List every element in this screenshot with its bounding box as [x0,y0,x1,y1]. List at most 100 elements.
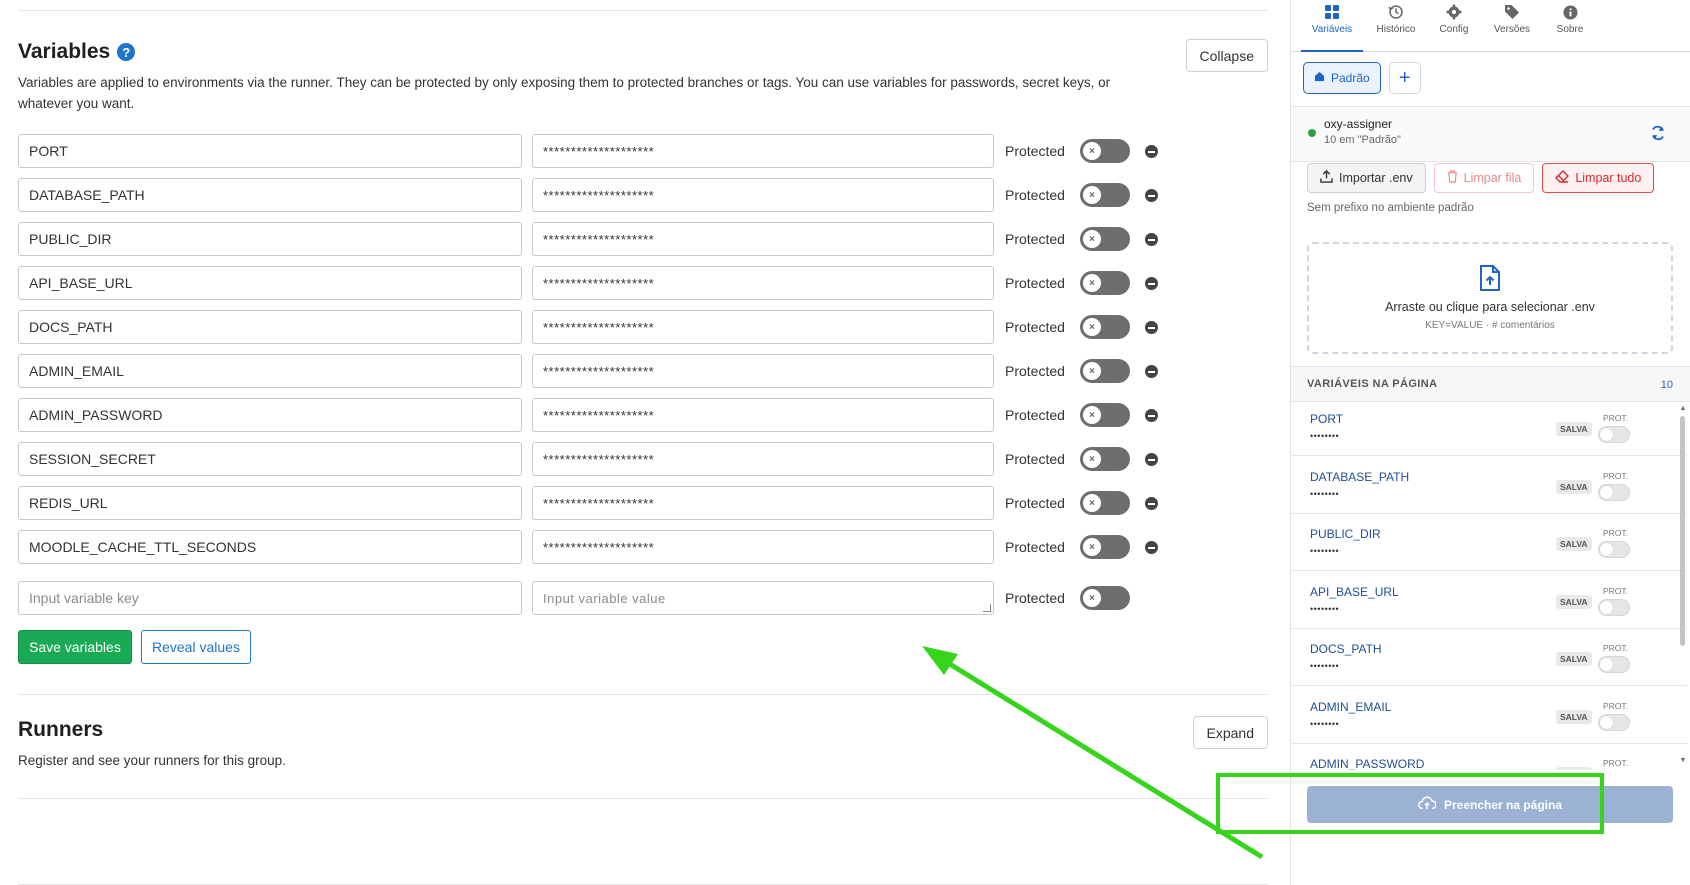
gear-icon [1446,4,1462,20]
variable-row: ADMIN_EMAIL ******************** Protected… [18,354,1158,388]
new-variable-value-input[interactable]: Input variable value [532,581,994,615]
page-variable-item[interactable]: ADMIN_PASSWORD••••••••SALVAPROT. [1291,747,1687,770]
variable-key-input[interactable]: DOCS_PATH [18,310,522,344]
scroll-up-icon[interactable]: ▲ [1679,404,1687,412]
variable-value-input[interactable]: ******************** [532,398,994,432]
protected-label: Protected [1005,143,1065,159]
import-env-button[interactable]: Importar .env [1307,163,1426,193]
page-variable-item[interactable]: DOCS_PATH •••••••• SALVA PROT. [1291,632,1687,686]
page-variable-mask: •••••••• [1310,546,1340,556]
environment-default-button[interactable]: Padrão [1303,62,1381,94]
scroll-down-icon[interactable]: ▼ [1679,756,1687,764]
protected-toggle[interactable] [1598,541,1630,558]
page-variable-key: PUBLIC_DIR [1310,527,1381,541]
saved-badge: SALVA [1556,422,1592,436]
tab-about[interactable]: Sobre [1539,4,1601,52]
expand-button[interactable]: Expand [1192,716,1268,749]
question-help-icon[interactable]: ? [117,43,136,61]
annotation-highlight-box [1216,773,1604,834]
variable-value-input[interactable]: ******************** [532,530,994,564]
protected-toggle[interactable]: × [1080,491,1130,515]
page-variable-item[interactable]: API_BASE_URL •••••••• SALVA PROT. [1291,575,1687,629]
clear-queue-button[interactable]: Limpar fila [1433,163,1535,193]
page-variables-list: PORT •••••••• SALVA PROT. DATABASE_PATH •••••… [1291,402,1690,770]
saved-badge: SALVA [1556,594,1592,609]
protected-toggle[interactable]: × [1080,403,1130,427]
protected-toggle[interactable]: × [1080,535,1130,559]
remove-variable-icon[interactable] [1145,365,1158,378]
protected-toggle[interactable]: × [1080,183,1130,207]
save-variables-button[interactable]: Save variables [18,630,132,664]
resize-handle-icon[interactable] [983,604,991,612]
variable-value-input[interactable]: ******************** [532,266,994,300]
scroll-thumb[interactable] [1680,416,1685,646]
refresh-icon[interactable] [1649,124,1667,142]
page-variable-item[interactable]: PORT •••••••• SALVA PROT. [1291,402,1687,456]
dropzone-hint: KEY=VALUE · # comentários [1425,320,1555,331]
env-file-dropzone[interactable]: Arraste ou clique para selecionar .env K… [1307,242,1673,354]
protected-toggle[interactable]: × [1080,447,1130,471]
protected-label: PROT. [1603,758,1629,768]
remove-variable-icon[interactable] [1145,409,1158,422]
variable-key-input[interactable]: API_BASE_URL [18,266,522,300]
reveal-values-button[interactable]: Reveal values [141,630,251,664]
protected-toggle[interactable] [1598,426,1630,443]
page-variable-item[interactable]: ADMIN_EMAIL •••••••• SALVA PROT. [1291,690,1687,744]
remove-variable-icon[interactable] [1145,233,1158,246]
protected-toggle[interactable]: × [1080,227,1130,251]
remove-variable-icon[interactable] [1145,321,1158,334]
no-prefix-note: Sem prefixo no ambiente padrão [1307,202,1474,214]
tab-history[interactable]: Histórico [1365,4,1427,52]
dropzone-title: Arraste ou clique para selecionar .env [1385,300,1595,314]
page-variable-item[interactable]: DATABASE_PATH •••••••• SALVA PROT. [1291,460,1687,514]
protected-label: Protected [1005,231,1065,247]
protected-toggle[interactable] [1598,713,1630,731]
variable-value-input[interactable]: ******************** [532,134,994,168]
page-variable-mask: •••••••• [1310,661,1340,671]
variable-key-input[interactable]: PUBLIC_DIR [18,222,522,256]
tab-config[interactable]: Config [1423,4,1485,52]
variable-value-input[interactable]: ******************** [532,442,994,476]
variable-value-input[interactable]: ******************** [532,354,994,388]
add-environment-button[interactable]: + [1388,62,1421,94]
tab-variables[interactable]: Variáveis [1301,4,1363,52]
protected-toggle[interactable]: × [1080,271,1130,295]
new-variable-key-input[interactable]: Input variable key [18,581,522,615]
remove-variable-icon[interactable] [1145,277,1158,290]
collapse-button[interactable]: Collapse [1185,39,1268,72]
protected-toggle[interactable] [1598,483,1630,501]
variable-value-input[interactable]: ******************** [532,310,994,344]
variable-key-input[interactable]: REDIS_URL [18,486,522,520]
panel-tabs: Variáveis Histórico Config Versões Sobre [1291,0,1690,52]
variable-value-input[interactable]: ******************** [532,486,994,520]
variable-key-input[interactable]: ADMIN_EMAIL [18,354,522,388]
remove-variable-icon[interactable] [1145,453,1158,466]
clear-all-button[interactable]: Limpar tudo [1542,163,1655,193]
protected-toggle[interactable]: × [1080,586,1130,610]
variable-key-input[interactable]: MOODLE_CACHE_TTL_SECONDS [18,530,522,564]
variable-value-input[interactable]: ******************** [532,222,994,256]
protected-toggle[interactable] [1598,598,1630,616]
new-variable-value-placeholder: Input variable value [543,590,666,606]
protected-toggle[interactable]: × [1080,139,1130,163]
variable-key-input[interactable]: DATABASE_PATH [18,178,522,212]
protected-toggle[interactable]: × [1080,359,1130,383]
variable-key-input[interactable]: SESSION_SECRET [18,442,522,476]
variable-value-input[interactable]: ******************** [532,178,994,212]
protected-label: PROT. [1603,528,1629,538]
variable-key-input[interactable]: ADMIN_PASSWORD [18,398,522,432]
remove-variable-icon[interactable] [1145,541,1158,554]
variable-row: DATABASE_PATH ******************** Protect… [18,178,1158,212]
tab-versions[interactable]: Versões [1481,4,1543,52]
protected-toggle[interactable] [1598,656,1630,673]
remove-variable-icon[interactable] [1145,189,1158,202]
list-scrollbar[interactable]: ▲ ▼ [1679,404,1687,764]
variable-row: API_BASE_URL ******************** Protecte… [18,266,1158,300]
variable-key-input[interactable]: PORT [18,134,522,168]
remove-variable-icon[interactable] [1145,497,1158,510]
page-variable-item[interactable]: PUBLIC_DIR •••••••• SALVA PROT. [1291,517,1687,571]
variable-row: SESSION_SECRET ******************** Protec… [18,442,1158,476]
status-dot [1308,129,1316,137]
protected-toggle[interactable]: × [1080,315,1130,339]
remove-variable-icon[interactable] [1145,145,1158,158]
